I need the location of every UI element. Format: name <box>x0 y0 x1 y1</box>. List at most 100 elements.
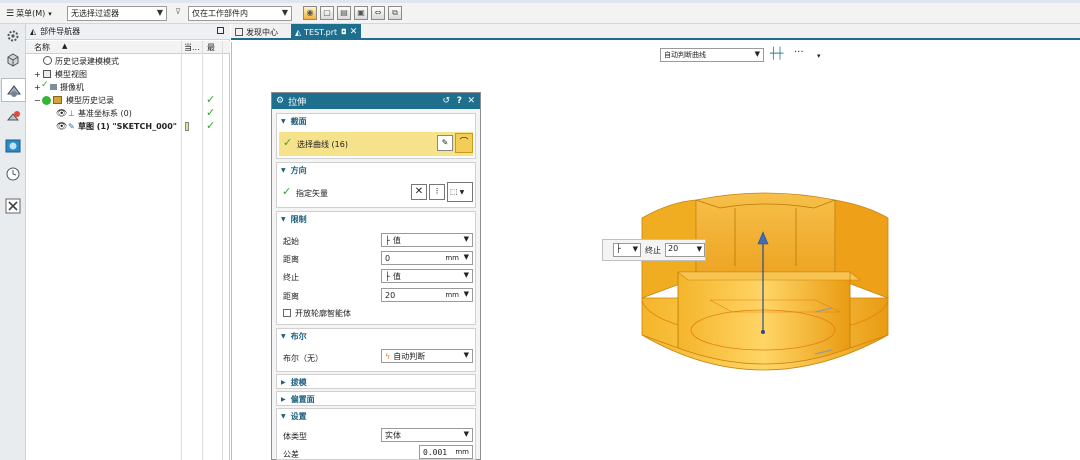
collapse-icon: ▼ <box>281 412 286 420</box>
menu-icon: ☰ <box>6 8 15 19</box>
section-direction-header[interactable]: ▼ 方向 <box>277 163 475 177</box>
section-boolean-label: 布尔 <box>290 331 307 341</box>
curve-rule-dropdown[interactable]: 自动判断曲线 ▼ <box>660 48 764 62</box>
sketch-section-icon[interactable]: ✎ <box>437 135 453 151</box>
chevron-down-icon[interactable]: ▾ <box>817 52 821 60</box>
menu-button[interactable]: ☰ 菜单(M) ▾ <box>6 6 52 21</box>
settings-gear-icon[interactable] <box>3 26 23 46</box>
select-curve-row[interactable]: ✓ 选择曲线 (16) ✎ ⌒ <box>279 132 473 156</box>
part-navigator-icon[interactable] <box>1 78 26 102</box>
start-limit-value: 值 <box>392 235 401 245</box>
selection-filter-dropdown[interactable]: 无选择过滤器 ▼ <box>67 6 167 21</box>
collapse-icon[interactable]: − <box>34 96 41 105</box>
view-orient-icon[interactable]: ⧉ <box>388 6 402 20</box>
end-distance-input[interactable]: 20 mm ▼ <box>381 288 473 302</box>
close-icon[interactable]: ✕ <box>350 27 358 37</box>
maximize-icon[interactable] <box>217 27 224 34</box>
dialog-title-bar[interactable]: ⚙ 拉伸 ↺ ? ✕ <box>272 93 480 109</box>
role-tools-icon[interactable] <box>3 196 23 216</box>
section-direction-group: ▼ 方向 ✓ 指定矢量 ✕ ⁝ ⬚ ▼ <box>276 162 476 208</box>
tolerance-input[interactable]: 0.001 mm <box>419 445 473 459</box>
vector-dialog-icon[interactable]: ⁝ <box>429 184 445 200</box>
tree-row-datum-csys[interactable]: 👁 ⊥ 基准坐标系 (0) ✓ <box>26 106 230 120</box>
column-name[interactable]: 名称 <box>34 42 50 53</box>
unit-label: mm <box>445 254 459 262</box>
select-face-icon[interactable]: ▢ <box>320 6 334 20</box>
expand-icon[interactable]: + <box>34 70 41 79</box>
chevron-down-icon: ▾ <box>48 9 52 18</box>
history-clock-icon[interactable] <box>3 164 23 184</box>
stop-at-intersection-icon[interactable]: ┼┼ <box>770 47 783 60</box>
tab-discovery-center[interactable]: 发现中心 <box>231 24 282 40</box>
more-options-icon[interactable]: ··· <box>794 47 804 58</box>
selection-scope-dropdown[interactable]: 仅在工作部件内 ▼ <box>188 6 292 21</box>
column-latest[interactable]: 最 <box>207 42 215 53</box>
section-limits-header[interactable]: ▼ 限制 <box>277 212 475 226</box>
reset-icon[interactable]: ↺ <box>442 96 450 106</box>
start-distance-value: 0 <box>385 253 391 263</box>
boolean-dropdown[interactable]: ϟ 自动判断 ▼ <box>381 349 473 363</box>
reuse-library-icon[interactable] <box>3 108 23 128</box>
tree-row-model-views[interactable]: + 模型视图 <box>26 68 230 81</box>
end-distance-label: 距离 <box>283 292 299 301</box>
collapse-icon: ▼ <box>281 166 286 174</box>
expand-icon: ▶ <box>281 378 286 386</box>
body-type-dropdown[interactable]: 实体 ▼ <box>381 428 473 442</box>
pin-icon[interactable]: ◘ <box>341 28 347 36</box>
gear-icon: ⚙ <box>276 96 285 106</box>
section-profile-group: ▼ 截面 ✓ 选择曲线 (16) ✎ ⌒ <box>276 113 476 159</box>
section-boolean-header[interactable]: ▼ 布尔 <box>277 329 475 343</box>
column-current[interactable]: 当... <box>184 42 200 53</box>
fit-view-icon[interactable]: ⇔ <box>371 6 385 20</box>
body-type-value: 实体 <box>385 430 401 440</box>
select-curve-icon[interactable]: ⌒ <box>455 133 473 153</box>
select-body-icon[interactable]: ▣ <box>354 6 368 20</box>
checkmark-icon: ✓ <box>282 185 292 198</box>
latest-check-icon: ✓ <box>206 106 216 119</box>
section-offset-header[interactable]: ▶ 偏置面 <box>277 392 475 406</box>
section-profile-header[interactable]: ▼ 截面 <box>277 114 475 128</box>
tree-row-cameras[interactable]: + ✓ 摄像机 <box>26 80 230 94</box>
tree-row-model-history[interactable]: − 模型历史记录 ✓ <box>26 93 230 107</box>
visibility-eye-icon[interactable]: 👁 <box>56 122 67 132</box>
section-settings-header[interactable]: ▼ 设置 <box>277 409 475 423</box>
sort-ascending-icon: ▲ <box>62 42 68 50</box>
dialog-title: 拉伸 <box>288 97 307 108</box>
tree-row-history-mode[interactable]: 历史记录建模模式 <box>26 55 230 68</box>
chevron-down-icon: ▼ <box>632 245 638 253</box>
help-icon[interactable]: ? <box>457 96 462 106</box>
boolean-label: 布尔（无） <box>283 354 323 363</box>
section-settings-label: 设置 <box>290 411 307 421</box>
resource-bar <box>0 24 26 460</box>
start-limit-dropdown[interactable]: ├ 值 ▼ <box>381 233 473 247</box>
chevron-down-icon: ▼ <box>463 235 469 243</box>
collapse-icon: ▼ <box>281 215 286 223</box>
selection-filter-value: 无选择过滤器 <box>71 9 119 18</box>
assembly-navigator-icon[interactable] <box>3 50 23 70</box>
expand-icon[interactable]: + <box>34 83 41 92</box>
web-browser-icon[interactable] <box>3 136 23 156</box>
extrude-preview-model[interactable] <box>600 180 900 395</box>
section-draft-group: ▶ 拔模 <box>276 374 476 389</box>
menu-label: 菜单(M) <box>16 9 46 18</box>
visibility-eye-icon[interactable]: 👁 <box>56 109 67 119</box>
camera-icon <box>50 84 57 90</box>
vector-type-dropdown[interactable]: ⬚ ▼ <box>447 182 473 202</box>
start-distance-input[interactable]: 0 mm ▼ <box>381 251 473 265</box>
end-handle-input[interactable]: 20 ▼ <box>665 243 705 257</box>
open-profile-checkbox[interactable] <box>283 309 291 317</box>
tab-test-prt[interactable]: ◭ TEST.prt ◘ ✕ <box>291 24 362 40</box>
value-limit-icon: ├ <box>616 244 621 253</box>
end-limit-type-dropdown[interactable]: ├ ▼ <box>613 243 641 257</box>
tree-row-sketch[interactable]: 👁 ✎ 草图 (1) "SKETCH_000" ✓ <box>26 119 230 133</box>
reverse-direction-icon[interactable]: ✕ <box>411 184 427 200</box>
chevron-down-icon: ▼ <box>463 351 469 359</box>
section-draft-header[interactable]: ▶ 拔模 <box>277 375 475 389</box>
tolerance-label: 公差 <box>283 450 299 459</box>
select-feature-icon[interactable]: ▤ <box>337 6 351 20</box>
snap-point-icon[interactable]: ◉ <box>303 6 317 20</box>
clock-icon <box>43 56 52 65</box>
end-limit-dropdown[interactable]: ├ 值 ▼ <box>381 269 473 283</box>
filter-icon[interactable]: ⊽ <box>171 6 185 20</box>
close-icon[interactable]: ✕ <box>467 96 475 106</box>
